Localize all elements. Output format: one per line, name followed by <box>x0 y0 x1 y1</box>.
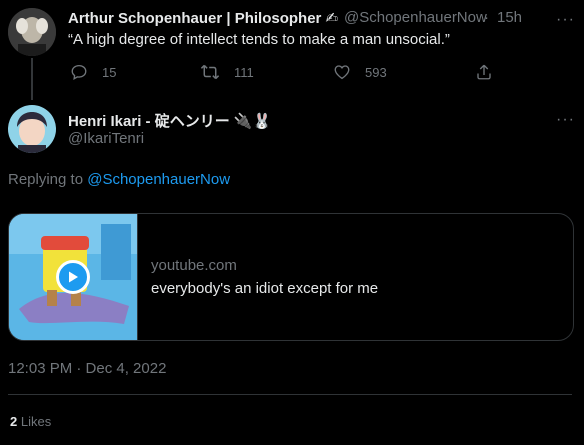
replying-prefix: Replying to <box>8 171 84 188</box>
card-domain: youtube.com <box>151 257 237 274</box>
link-card[interactable]: youtube.com everybody's an idiot except … <box>8 213 574 341</box>
reply-more-icon[interactable]: ··· <box>556 112 575 128</box>
reply-handle[interactable]: @IkariTenri <box>68 130 144 147</box>
retweet-action[interactable]: 111 <box>200 63 254 81</box>
reply-icon[interactable] <box>70 63 88 81</box>
replying-to: Replying to @SchopenhauerNow <box>8 171 230 188</box>
tweet-timestamp[interactable]: 12:03 PM · Dec 4, 2022 <box>8 360 166 377</box>
schopenhauer-avatar[interactable] <box>8 8 56 56</box>
reply-display-name[interactable]: Henri Ikari - 碇ヘンリー 🔌🐰 <box>68 110 271 131</box>
replying-to-link[interactable]: @SchopenhauerNow <box>87 171 230 188</box>
likes-stat[interactable]: 2 Likes <box>10 414 51 429</box>
more-icon[interactable]: ··· <box>556 12 575 28</box>
ikari-avatar[interactable] <box>8 105 56 153</box>
play-icon[interactable] <box>56 260 90 294</box>
retweet-icon[interactable] <box>200 63 220 81</box>
retweet-count: 111 <box>234 64 254 80</box>
card-title: everybody's an idiot except for me <box>151 280 379 297</box>
parent-display-name[interactable]: Arthur Schopenhauer | Philosopher ✍ <box>68 9 338 27</box>
card-thumbnail[interactable] <box>9 214 138 340</box>
reply-action[interactable]: 15 <box>70 63 116 81</box>
likes-stat-count: 2 <box>10 414 18 429</box>
like-icon[interactable] <box>333 63 351 81</box>
reply-count: 15 <box>102 64 117 80</box>
parent-handle[interactable]: @SchopenhauerNow <box>344 9 487 26</box>
like-count: 593 <box>365 64 387 80</box>
thread-line <box>31 58 33 100</box>
parent-separator: · <box>484 9 489 26</box>
like-action[interactable]: 593 <box>333 63 387 81</box>
likes-stat-label: Likes <box>20 414 52 429</box>
card-text[interactable]: youtube.com everybody's an idiot except … <box>138 214 378 340</box>
parent-tweet-text: “A high degree of intellect tends to mak… <box>68 31 450 48</box>
stats-divider-top <box>8 394 572 395</box>
parent-time[interactable]: 15h <box>497 9 522 26</box>
share-icon[interactable] <box>475 63 493 81</box>
